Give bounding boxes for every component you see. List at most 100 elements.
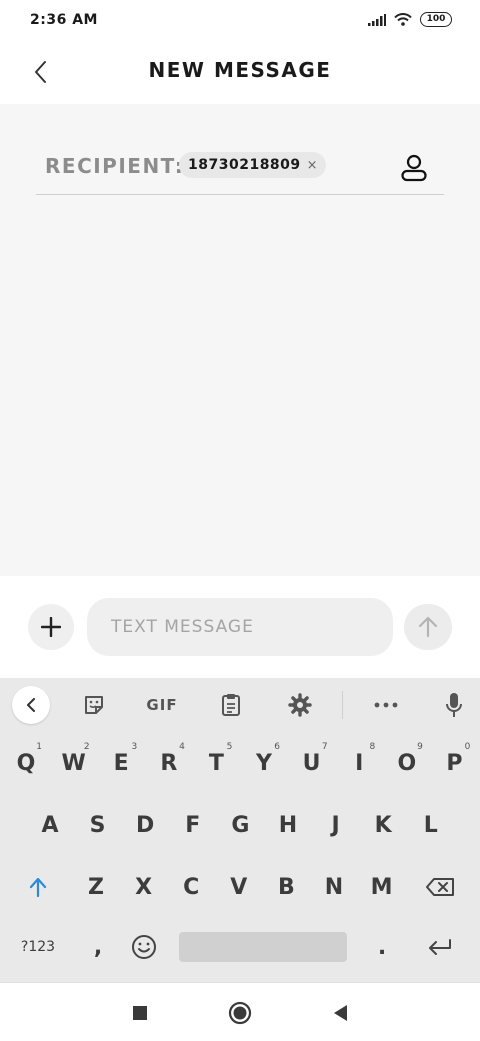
smiley-icon bbox=[132, 935, 156, 959]
clipboard-icon bbox=[222, 694, 240, 716]
voice-input-button[interactable] bbox=[436, 686, 472, 724]
key-label: F bbox=[185, 812, 201, 838]
key-v[interactable]: V bbox=[217, 862, 261, 912]
key-label: N bbox=[324, 874, 344, 900]
key-q[interactable]: Q1 bbox=[4, 738, 48, 788]
gear-icon bbox=[288, 693, 312, 717]
key-i[interactable]: I8 bbox=[337, 738, 381, 788]
wifi-icon bbox=[394, 13, 412, 26]
key-label: M bbox=[370, 874, 393, 900]
key-a[interactable]: A bbox=[28, 800, 72, 850]
keyboard-settings-button[interactable] bbox=[282, 686, 318, 724]
signal-icon bbox=[368, 13, 386, 26]
composer-bar bbox=[0, 576, 480, 678]
message-input[interactable] bbox=[87, 598, 393, 656]
system-nav-bar bbox=[0, 982, 480, 1041]
header: NEW MESSAGE bbox=[0, 44, 480, 104]
battery-icon: 100 bbox=[420, 12, 452, 27]
key-g[interactable]: G bbox=[218, 800, 262, 850]
recipient-row: RECIPIENT: 18730218809 × bbox=[36, 144, 444, 195]
page-title: NEW MESSAGE bbox=[148, 58, 332, 82]
chevron-left-icon bbox=[27, 698, 35, 712]
emoji-key[interactable] bbox=[122, 922, 166, 972]
key-u[interactable]: U7 bbox=[290, 738, 334, 788]
recipient-chip-number: 18730218809 bbox=[188, 157, 301, 173]
person-icon bbox=[401, 154, 427, 182]
sticker-button[interactable] bbox=[76, 686, 112, 724]
key-number-hint: 5 bbox=[226, 742, 233, 752]
status-icons: 100 bbox=[368, 12, 452, 27]
key-x[interactable]: X bbox=[122, 862, 166, 912]
add-contact-button[interactable] bbox=[394, 150, 434, 186]
key-j[interactable]: J bbox=[314, 800, 358, 850]
symbols-key[interactable]: ?123 bbox=[16, 922, 60, 972]
space-key[interactable] bbox=[179, 932, 347, 962]
remove-recipient-icon[interactable]: × bbox=[307, 158, 318, 173]
more-horizontal-icon bbox=[374, 702, 398, 708]
home-button[interactable] bbox=[226, 999, 254, 1027]
keyboard-collapse-button[interactable] bbox=[12, 686, 50, 724]
send-button[interactable] bbox=[404, 604, 452, 650]
enter-icon bbox=[429, 939, 451, 955]
backspace-key[interactable] bbox=[418, 862, 462, 912]
key-number-hint: 8 bbox=[369, 742, 376, 752]
key-label: R bbox=[160, 750, 178, 776]
key-f[interactable]: F bbox=[171, 800, 215, 850]
microphone-icon bbox=[446, 693, 462, 717]
plus-icon bbox=[41, 617, 61, 637]
key-b[interactable]: B bbox=[264, 862, 308, 912]
key-r[interactable]: R4 bbox=[147, 738, 191, 788]
key-y[interactable]: Y6 bbox=[242, 738, 286, 788]
key-label: U bbox=[302, 750, 321, 776]
recents-button[interactable] bbox=[126, 999, 154, 1027]
key-o[interactable]: O9 bbox=[385, 738, 429, 788]
key-s[interactable]: S bbox=[76, 800, 120, 850]
key-label: Z bbox=[88, 874, 104, 900]
back-nav-button[interactable] bbox=[326, 999, 354, 1027]
key-label: Q bbox=[16, 750, 36, 776]
keyboard: G I F ?123 , . Q 1 W 2 E 3 R 4 T 5 Y 6 U 7… bbox=[0, 678, 480, 982]
recipient-chip[interactable]: 18730218809 × bbox=[179, 152, 326, 178]
key-c[interactable]: C bbox=[169, 862, 213, 912]
key-label: B bbox=[278, 874, 295, 900]
keyboard-toolbar: GIF bbox=[0, 678, 480, 732]
key-label: J bbox=[331, 812, 340, 838]
key-label: C bbox=[183, 874, 200, 900]
key-w[interactable]: W2 bbox=[52, 738, 96, 788]
gif-button[interactable]: GIF bbox=[140, 686, 184, 724]
key-number-hint: 9 bbox=[417, 742, 423, 752]
more-options-button[interactable] bbox=[368, 686, 404, 724]
period-key[interactable]: . bbox=[360, 922, 404, 972]
key-n[interactable]: N bbox=[312, 862, 356, 912]
sticker-icon bbox=[85, 696, 103, 714]
key-e[interactable]: E3 bbox=[99, 738, 143, 788]
key-k[interactable]: K bbox=[361, 800, 405, 850]
key-h[interactable]: H bbox=[266, 800, 310, 850]
enter-key[interactable] bbox=[418, 922, 462, 972]
key-l[interactable]: L bbox=[409, 800, 453, 850]
key-number-hint: 1 bbox=[36, 742, 42, 752]
clipboard-button[interactable] bbox=[213, 686, 249, 724]
home-circle-icon bbox=[228, 1001, 252, 1025]
status-time: 2:36 AM bbox=[30, 12, 98, 28]
key-label: O bbox=[397, 750, 417, 776]
key-label: E bbox=[113, 750, 129, 776]
comma-key[interactable]: , bbox=[76, 922, 120, 972]
attach-button[interactable] bbox=[28, 604, 74, 650]
key-label: X bbox=[135, 874, 153, 900]
key-label: G bbox=[231, 812, 250, 838]
key-t[interactable]: T5 bbox=[194, 738, 238, 788]
key-m[interactable]: M bbox=[360, 862, 404, 912]
square-icon bbox=[133, 1006, 147, 1020]
shift-key[interactable] bbox=[16, 862, 60, 912]
key-number-hint: 3 bbox=[131, 742, 138, 752]
key-d[interactable]: D bbox=[123, 800, 167, 850]
key-label: I bbox=[355, 750, 364, 776]
key-label: D bbox=[136, 812, 155, 838]
key-label: L bbox=[423, 812, 438, 838]
key-p[interactable]: P0 bbox=[432, 738, 476, 788]
message-content-area: RECIPIENT: 18730218809 × bbox=[0, 104, 480, 576]
status-bar: 2:36 AM 100 bbox=[0, 0, 480, 44]
key-label: P bbox=[446, 750, 463, 776]
key-z[interactable]: Z bbox=[74, 862, 118, 912]
